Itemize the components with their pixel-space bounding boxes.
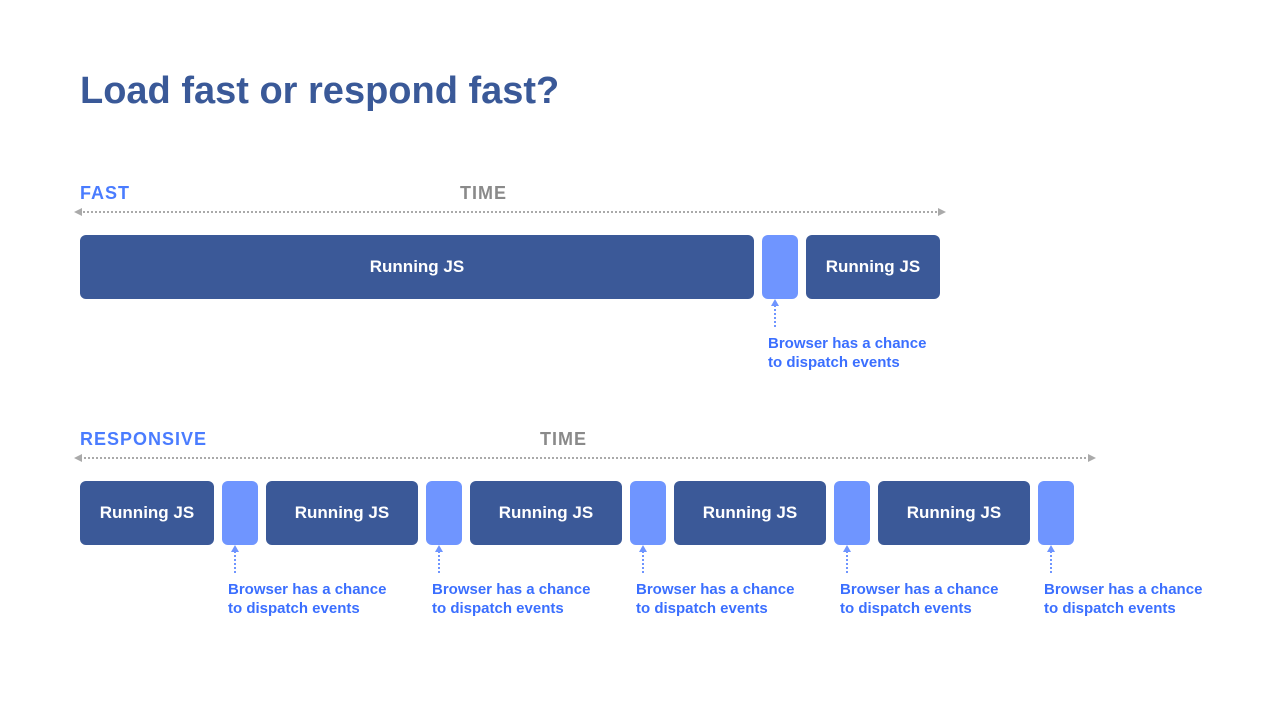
responsive-label: RESPONSIVE: [80, 429, 207, 450]
responsive-gap-block: [630, 481, 666, 545]
responsive-callout: Browser has a chance to dispatch events: [228, 545, 388, 619]
time-label-responsive: TIME: [540, 429, 587, 450]
fast-label: FAST: [80, 183, 130, 204]
time-axis-fast: [80, 211, 940, 213]
responsive-js-block: Running JS: [266, 481, 418, 545]
responsive-callout: Browser has a chance to dispatch events: [1044, 545, 1204, 619]
time-label-fast: TIME: [460, 183, 507, 204]
fast-block-label: Running JS: [826, 257, 920, 277]
responsive-block-label: Running JS: [907, 503, 1001, 523]
responsive-section: RESPONSIVE TIME Running JSRunning JSRunn…: [80, 429, 1196, 665]
responsive-track: Running JS Running JS Running JS Running JS…: [80, 481, 1196, 545]
responsive-js-block: Running JS: [674, 481, 826, 545]
responsive-callout: Browser has a chance to dispatch events: [636, 545, 796, 619]
responsive-block-label: Running JS: [295, 503, 389, 523]
fast-js-block: Running JS: [806, 235, 940, 299]
responsive-gap-block: [222, 481, 258, 545]
responsive-callouts: Browser has a chance to dispatch events B…: [80, 545, 1196, 665]
fast-block-label: Running JS: [370, 257, 464, 277]
responsive-gap-block: [426, 481, 462, 545]
fast-header: FAST TIME: [80, 183, 1196, 209]
responsive-js-block: Running JS: [878, 481, 1030, 545]
responsive-block-label: Running JS: [703, 503, 797, 523]
responsive-callout: Browser has a chance to dispatch events: [840, 545, 1000, 619]
responsive-block-label: Running JS: [100, 503, 194, 523]
responsive-gap-block: [1038, 481, 1074, 545]
slide: Load fast or respond fast? FAST TIME Run…: [0, 0, 1276, 705]
fast-callout: Browser has a chance to dispatch events: [768, 299, 928, 373]
fast-js-block: Running JS: [80, 235, 754, 299]
time-axis-responsive: [80, 457, 1090, 459]
responsive-callout: Browser has a chance to dispatch events: [432, 545, 592, 619]
responsive-header: RESPONSIVE TIME: [80, 429, 1196, 455]
fast-track: Running JS Running JS: [80, 235, 1196, 299]
slide-title: Load fast or respond fast?: [80, 70, 1196, 113]
fast-callouts: Browser has a chance to dispatch events: [80, 299, 1196, 419]
responsive-js-block: Running JS: [80, 481, 214, 545]
responsive-gap-block: [834, 481, 870, 545]
fast-gap-block: [762, 235, 798, 299]
responsive-js-block: Running JS: [470, 481, 622, 545]
responsive-block-label: Running JS: [499, 503, 593, 523]
fast-section: FAST TIME Running JS Running JS Browser h…: [80, 183, 1196, 419]
